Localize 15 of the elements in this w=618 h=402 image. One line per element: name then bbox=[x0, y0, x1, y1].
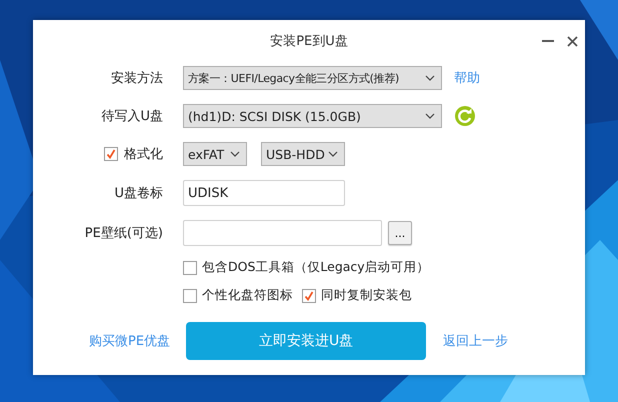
disk-dropdown[interactable]: (hd1)D: SCSI DISK (15.0GB) bbox=[183, 104, 442, 128]
volume-label-field[interactable]: UDISK bbox=[183, 180, 345, 206]
option-label: 个性化盘符图标 bbox=[202, 287, 293, 304]
field-label: U盘卷标 bbox=[114, 185, 163, 202]
field-label: 待写入U盘 bbox=[101, 108, 163, 125]
option-label: 同时复制安装包 bbox=[321, 287, 412, 304]
install-method-dropdown[interactable]: 方案一：UEFI/Legacy全能三分区方式(推荐) bbox=[183, 66, 442, 90]
field-label: PE壁纸(可选) bbox=[84, 225, 163, 242]
format-label: 格式化 bbox=[124, 146, 163, 163]
browse-button[interactable]: ... bbox=[388, 221, 412, 245]
boot-mode-dropdown[interactable]: USB-HDD bbox=[261, 142, 345, 166]
option-label: 包含DOS工具箱（仅Legacy启动可用） bbox=[202, 259, 430, 276]
window-title: 安装PE到U盘 bbox=[270, 33, 348, 50]
filesystem-dropdown[interactable]: exFAT bbox=[183, 142, 247, 166]
field-label: 安装方法 bbox=[111, 70, 163, 87]
